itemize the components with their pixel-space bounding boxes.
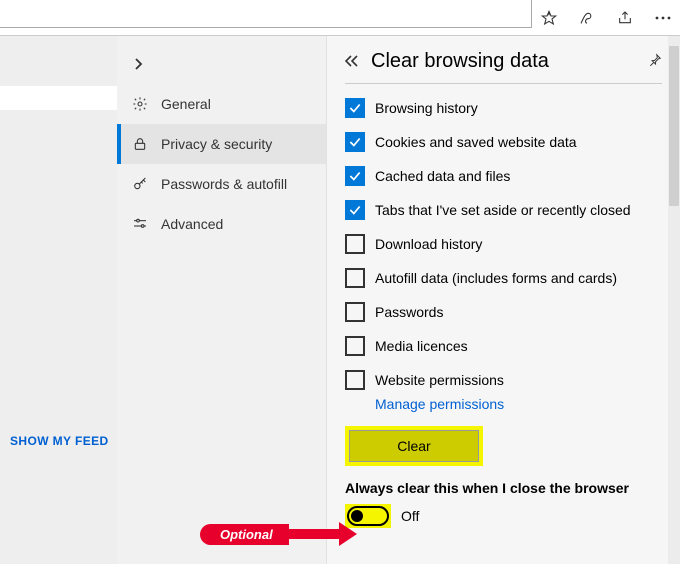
checkbox[interactable] (345, 370, 365, 390)
manage-permissions-link[interactable]: Manage permissions (375, 396, 662, 412)
sidebar-item-privacy[interactable]: Privacy & security (117, 124, 326, 164)
checkbox[interactable] (345, 200, 365, 220)
checkbox-row[interactable]: Browsing history (345, 98, 662, 118)
optional-badge: Optional (200, 524, 289, 545)
checkbox-label: Passwords (375, 304, 443, 320)
lock-icon (131, 136, 149, 152)
settings-sidebar: General Privacy & security Passwords & a… (117, 36, 327, 564)
checkbox-label: Autofill data (includes forms and cards) (375, 270, 617, 286)
checkbox-label: Download history (375, 236, 482, 252)
show-my-feed-link[interactable]: SHOW MY FEED (10, 434, 109, 448)
settings-panel: Clear browsing data Browsing history Cook… (327, 36, 680, 564)
checkbox-row[interactable]: Website permissions (345, 370, 662, 390)
checkbox[interactable] (345, 302, 365, 322)
sidebar-item-label: General (161, 96, 211, 112)
share-icon[interactable] (616, 10, 634, 26)
checkbox-row[interactable]: Cookies and saved website data (345, 132, 662, 152)
checkbox-row[interactable]: Autofill data (includes forms and cards) (345, 268, 662, 288)
toggle-state-label: Off (401, 508, 419, 524)
checkbox[interactable] (345, 166, 365, 186)
sidebar-item-passwords[interactable]: Passwords & autofill (117, 164, 326, 204)
checkbox[interactable] (345, 132, 365, 152)
checkbox-row[interactable]: Passwords (345, 302, 662, 322)
panel-title: Clear browsing data (371, 50, 636, 73)
checkbox-row[interactable]: Tabs that I've set aside or recently clo… (345, 200, 662, 220)
sidebar-item-advanced[interactable]: Advanced (117, 204, 326, 244)
scrollbar[interactable] (668, 36, 680, 564)
sidebar-item-label: Passwords & autofill (161, 176, 287, 192)
checkbox-row[interactable]: Media licences (345, 336, 662, 356)
gear-icon (131, 96, 149, 112)
checkbox[interactable] (345, 336, 365, 356)
divider (345, 83, 662, 84)
key-icon (131, 176, 149, 192)
sliders-icon (131, 216, 149, 232)
more-icon[interactable] (654, 16, 672, 20)
panel-back-icon[interactable] (345, 54, 359, 70)
checkbox-label: Cookies and saved website data (375, 134, 577, 150)
address-bar[interactable] (0, 0, 532, 28)
clear-button[interactable]: Clear (349, 430, 479, 462)
sidebar-item-general[interactable]: General (117, 84, 326, 124)
checkbox[interactable] (345, 98, 365, 118)
sidebar-item-label: Privacy & security (161, 136, 272, 152)
highlight-clear: Clear (345, 426, 483, 466)
checkbox[interactable] (345, 268, 365, 288)
checkbox-label: Tabs that I've set aside or recently clo… (375, 202, 631, 218)
sidebar-forward-button[interactable] (117, 44, 326, 84)
optional-callout: Optional (200, 522, 357, 546)
favorites-icon[interactable] (540, 10, 558, 26)
page-background: SHOW MY FEED (0, 36, 117, 564)
browser-top-strip (0, 0, 680, 36)
checkbox-row[interactable]: Cached data and files (345, 166, 662, 186)
sidebar-item-label: Advanced (161, 216, 223, 232)
always-clear-title: Always clear this when I close the brows… (345, 480, 662, 496)
checkbox-label: Cached data and files (375, 168, 510, 184)
reading-icon[interactable] (578, 10, 596, 26)
checkbox-label: Media licences (375, 338, 468, 354)
checkbox-label: Website permissions (375, 372, 504, 388)
checkbox-row[interactable]: Download history (345, 234, 662, 254)
arrow-icon (339, 522, 357, 546)
pin-icon[interactable] (648, 53, 662, 70)
checkbox-label: Browsing history (375, 100, 478, 116)
content-row (0, 86, 117, 110)
checkbox[interactable] (345, 234, 365, 254)
